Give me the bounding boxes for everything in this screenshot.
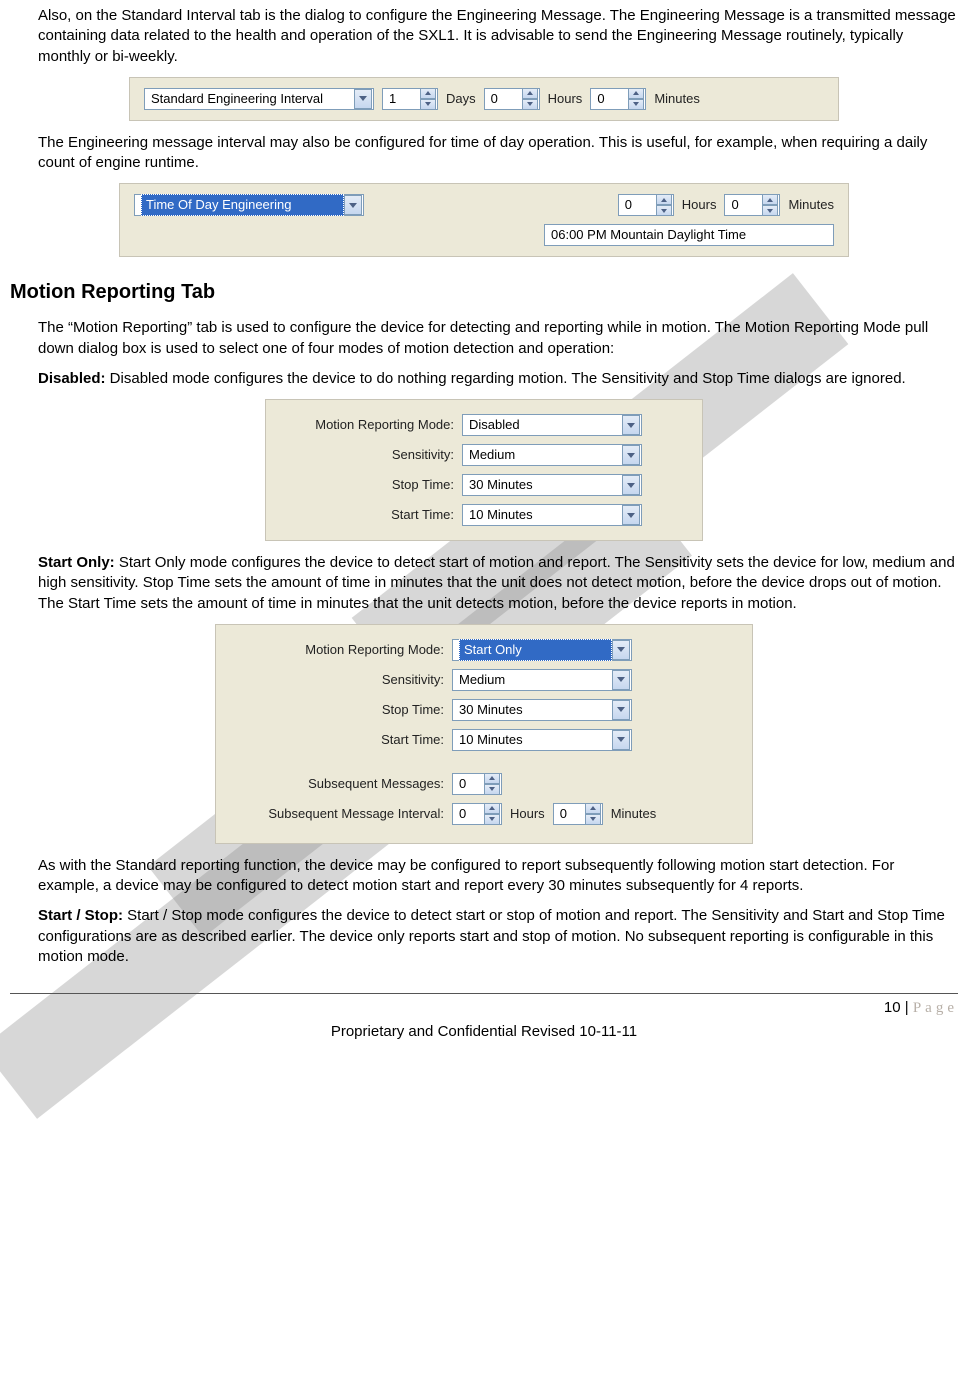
timezone-display[interactable]: 06:00 PM Mountain Daylight Time <box>544 224 834 246</box>
sensitivity-label: Sensitivity: <box>284 446 454 464</box>
chevron-down-icon[interactable] <box>354 89 372 109</box>
subsequent-messages-label: Subsequent Messages: <box>234 775 444 793</box>
spinner-down-icon[interactable] <box>484 784 500 795</box>
spinner-up-icon[interactable] <box>656 194 672 205</box>
paragraph-start-stop-mode: Start / Stop: Start / Stop mode configur… <box>38 906 958 967</box>
time-of-day-engineering-combo[interactable]: Time Of Day Engineering <box>134 194 364 216</box>
spinner-up-icon[interactable] <box>628 88 644 99</box>
minutes-label: Minutes <box>611 805 657 823</box>
paragraph-motion-reporting-intro: The “Motion Reporting” tab is used to co… <box>38 318 958 359</box>
minutes-spinner[interactable]: 0 <box>724 194 780 216</box>
days-spinner[interactable]: 1 <box>382 88 438 110</box>
chevron-down-icon[interactable] <box>612 730 630 750</box>
chevron-down-icon[interactable] <box>622 445 640 465</box>
spinner-down-icon[interactable] <box>656 205 672 216</box>
figure-time-of-day-engineering: Time Of Day Engineering 0 Hours 0 Minute… <box>119 183 849 257</box>
footer-rule <box>10 993 958 994</box>
footer-proprietary: Proprietary and Confidential Revised 10-… <box>10 1022 958 1042</box>
spinner-up-icon[interactable] <box>484 773 500 784</box>
spinner-down-icon[interactable] <box>522 99 538 110</box>
stop-time-combo[interactable]: 30 Minutes <box>452 699 632 721</box>
hours-label: Hours <box>682 196 717 214</box>
spinner-down-icon[interactable] <box>484 814 500 825</box>
stop-time-label: Stop Time: <box>284 476 454 494</box>
minutes-label: Minutes <box>788 196 834 214</box>
figure-motion-reporting-disabled: Motion Reporting Mode: Disabled Sensitiv… <box>265 399 703 541</box>
spinner-up-icon[interactable] <box>762 194 778 205</box>
spinner-up-icon[interactable] <box>420 88 436 99</box>
start-time-combo[interactable]: 10 Minutes <box>462 504 642 526</box>
combo-value: Time Of Day Engineering <box>141 194 344 216</box>
days-label: Days <box>446 90 476 108</box>
start-stop-label: Start / Stop: <box>38 907 123 924</box>
stop-time-combo[interactable]: 30 Minutes <box>462 474 642 496</box>
spinner-down-icon[interactable] <box>585 814 601 825</box>
minutes-label: Minutes <box>654 90 700 108</box>
spinner-down-icon[interactable] <box>762 205 778 216</box>
subsequent-messages-spinner[interactable]: 0 <box>452 773 502 795</box>
paragraph-intro-engineering-message: Also, on the Standard Interval tab is th… <box>38 6 958 67</box>
paragraph-time-of-day: The Engineering message interval may als… <box>38 133 958 174</box>
disabled-label: Disabled: <box>38 370 106 387</box>
sensitivity-combo[interactable]: Medium <box>452 669 632 691</box>
hours-label: Hours <box>548 90 583 108</box>
spinner-up-icon[interactable] <box>585 803 601 814</box>
start-only-label: Start Only: <box>38 554 115 571</box>
paragraph-subsequent-reporting: As with the Standard reporting function,… <box>38 856 958 897</box>
motion-reporting-mode-combo[interactable]: Disabled <box>462 414 642 436</box>
subsequent-interval-label: Subsequent Message Interval: <box>234 805 444 823</box>
figure-standard-engineering-interval: Standard Engineering Interval 1 Days 0 H… <box>129 77 839 121</box>
page-number: 10 | Page <box>10 998 958 1018</box>
start-time-label: Start Time: <box>234 731 444 749</box>
spinner-up-icon[interactable] <box>484 803 500 814</box>
sensitivity-combo[interactable]: Medium <box>462 444 642 466</box>
stop-time-label: Stop Time: <box>234 701 444 719</box>
hours-label: Hours <box>510 805 545 823</box>
chevron-down-icon[interactable] <box>622 415 640 435</box>
heading-motion-reporting-tab: Motion Reporting Tab <box>10 279 958 306</box>
subsequent-interval-hours-spinner[interactable]: 0 <box>452 803 502 825</box>
combo-value: Standard Engineering Interval <box>151 90 354 108</box>
hours-spinner[interactable]: 0 <box>618 194 674 216</box>
chevron-down-icon[interactable] <box>622 475 640 495</box>
paragraph-start-only-mode: Start Only: Start Only mode configures t… <box>38 553 958 614</box>
chevron-down-icon[interactable] <box>344 195 362 215</box>
paragraph-disabled-mode: Disabled: Disabled mode configures the d… <box>38 369 958 389</box>
hours-spinner[interactable]: 0 <box>484 88 540 110</box>
chevron-down-icon[interactable] <box>622 505 640 525</box>
spinner-down-icon[interactable] <box>420 99 436 110</box>
chevron-down-icon[interactable] <box>612 640 630 660</box>
subsequent-interval-minutes-spinner[interactable]: 0 <box>553 803 603 825</box>
mode-label: Motion Reporting Mode: <box>234 641 444 659</box>
chevron-down-icon[interactable] <box>612 670 630 690</box>
start-time-label: Start Time: <box>284 506 454 524</box>
standard-engineering-interval-combo[interactable]: Standard Engineering Interval <box>144 88 374 110</box>
motion-reporting-mode-combo[interactable]: Start Only <box>452 639 632 661</box>
start-time-combo[interactable]: 10 Minutes <box>452 729 632 751</box>
spinner-down-icon[interactable] <box>628 99 644 110</box>
chevron-down-icon[interactable] <box>612 700 630 720</box>
spinner-up-icon[interactable] <box>522 88 538 99</box>
minutes-spinner[interactable]: 0 <box>590 88 646 110</box>
mode-label: Motion Reporting Mode: <box>284 416 454 434</box>
sensitivity-label: Sensitivity: <box>234 671 444 689</box>
figure-motion-reporting-start-only: Motion Reporting Mode: Start Only Sensit… <box>215 624 753 844</box>
